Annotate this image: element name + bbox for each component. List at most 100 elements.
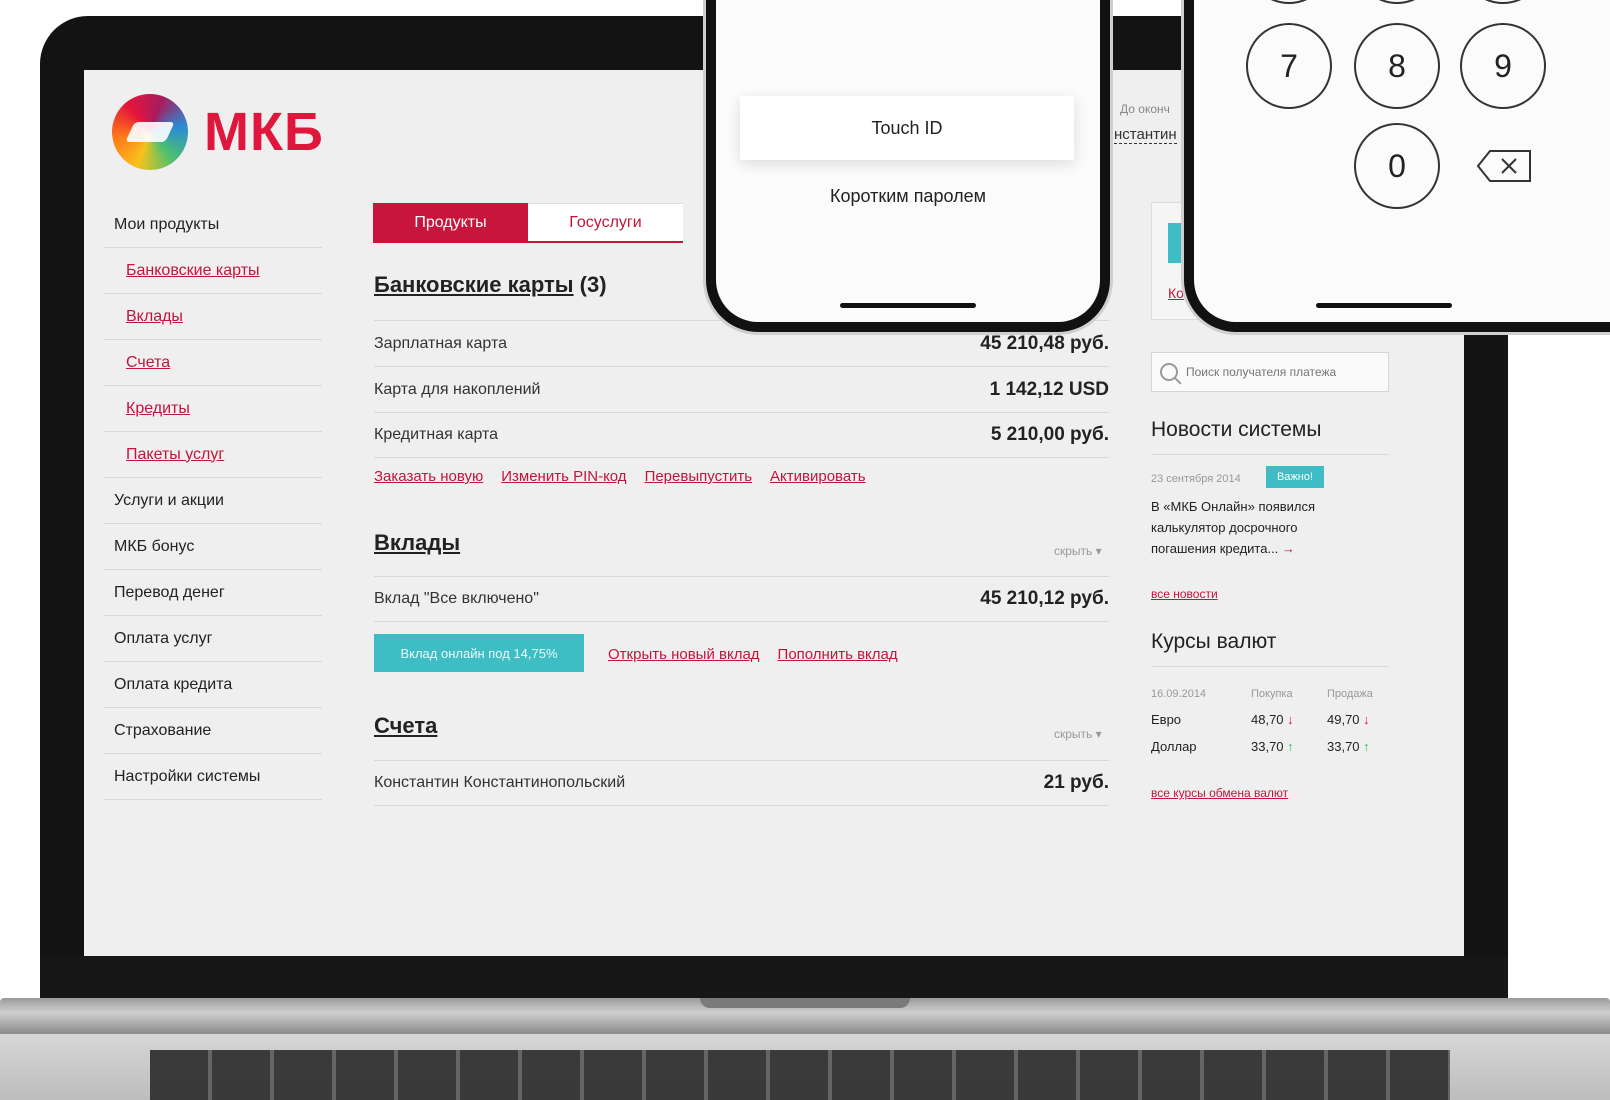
keypad-key-0[interactable]: 0: [1354, 123, 1440, 209]
buy-rate: 33,70: [1251, 739, 1284, 754]
sidebar-item-settings[interactable]: Настройки системы: [104, 754, 322, 800]
sidebar-item-services-promos[interactable]: Услуги и акции: [104, 478, 322, 524]
sidebar-item-transfer[interactable]: Перевод денег: [104, 570, 322, 616]
row-value: 5 210,00 руб.: [990, 424, 1109, 445]
brand-logo[interactable]: МКБ: [112, 94, 324, 170]
sidebar-item-loans[interactable]: Кредиты: [104, 386, 322, 432]
row-value: 45 210,48 руб.: [980, 332, 1109, 354]
row-name: Зарплатная карта: [374, 334, 508, 352]
sidebar-item-bonus[interactable]: МКБ бонус: [104, 524, 322, 570]
row-value: 21 руб.: [1043, 772, 1109, 793]
rates-date: 16.09.2014: [1151, 688, 1207, 700]
table-row[interactable]: Вклад "Все включено" 45 210,12 руб.: [374, 576, 1109, 622]
search-icon: [1160, 363, 1178, 381]
table-row[interactable]: Карта для накоплений 1 142,12 USD: [374, 366, 1109, 412]
all-news-link[interactable]: все новости: [1151, 587, 1218, 601]
cards-count: (3): [579, 272, 607, 297]
divider: [1151, 666, 1389, 667]
sidebar-item-label: Страхование: [114, 721, 212, 739]
cards-actions: Заказать новую Изменить PIN-код Перевыпу…: [374, 468, 866, 485]
sidebar-item-label: Перевод денег: [114, 583, 225, 601]
keypad-key-9[interactable]: 9: [1460, 23, 1546, 109]
sell-rate: 33,70: [1327, 739, 1360, 754]
news-title: Новости системы: [1151, 418, 1322, 441]
sidebar-item-label: Настройки системы: [114, 767, 261, 785]
keypad-key-8[interactable]: 8: [1354, 23, 1440, 109]
keyboard: [150, 1050, 1450, 1100]
change-pin-link[interactable]: Изменить PIN-код: [501, 468, 626, 485]
divider: [1151, 454, 1389, 455]
tab-gov-services[interactable]: Госуслуги: [528, 203, 683, 243]
keypad-key-partial[interactable]: [1354, 0, 1440, 4]
sidebar-item-insurance[interactable]: Страхование: [104, 708, 322, 754]
sidebar-nav: Мои продукты Банковские карты Вклады Сче…: [104, 202, 322, 800]
sidebar-item-label: Кредиты: [126, 399, 190, 417]
row-value: 45 210,12 руб.: [980, 588, 1109, 609]
sidebar-item-pay-services[interactable]: Оплата услуг: [104, 616, 322, 662]
online-deposit-button[interactable]: Вклад онлайн под 14,75%: [374, 634, 584, 672]
all-rates-link[interactable]: все курсы обмена валют: [1151, 786, 1288, 800]
rates-header: 16.09.2014 Покупка Продажа: [1151, 682, 1391, 706]
sidebar-item-label: Банковские карты: [126, 261, 260, 279]
home-indicator: [840, 303, 976, 308]
sidebar-item-deposits[interactable]: Вклады: [104, 294, 322, 340]
keypad-key-7[interactable]: 7: [1246, 23, 1332, 109]
sidebar-item-bank-cards[interactable]: Банковские карты: [104, 248, 322, 294]
laptop-bezel: [40, 956, 1508, 1000]
hide-deposits-toggle[interactable]: скрыть ▾: [1054, 544, 1102, 558]
sidebar-item-label: Пакеты услуг: [126, 445, 225, 463]
row-name: Кредитная карта: [374, 426, 499, 443]
activate-card-link[interactable]: Активировать: [770, 468, 866, 485]
keypad-key-partial[interactable]: [1460, 0, 1546, 4]
brand-name: МКБ: [204, 102, 324, 162]
reissue-card-link[interactable]: Перевыпустить: [645, 468, 752, 485]
promo-link[interactable]: Ко: [1168, 285, 1184, 301]
table-row[interactable]: Константин Константинопольский 21 руб.: [374, 760, 1109, 806]
sidebar-item-service-packages[interactable]: Пакеты услуг: [104, 432, 322, 478]
brand-logo-icon: [112, 94, 188, 170]
keypad-key-partial[interactable]: [1246, 0, 1332, 4]
row-name: Вклад "Все включено": [374, 590, 539, 607]
sidebar-item-pay-loan[interactable]: Оплата кредита: [104, 662, 322, 708]
currency-name: Евро: [1151, 712, 1182, 727]
top-up-deposit-link[interactable]: Пополнить вклад: [778, 646, 898, 663]
arrow-up-icon: ↑: [1363, 739, 1370, 754]
buy-rate: 48,70: [1251, 712, 1284, 727]
phone-login: Touch ID Коротким паролем: [706, 0, 1110, 332]
sidebar-item-label: Вклады: [126, 307, 183, 325]
payee-search: [1151, 352, 1389, 392]
important-badge: Важно!: [1266, 466, 1324, 488]
sidebar-item-label: Счета: [126, 353, 171, 371]
section-title-deposits: Вклады: [374, 530, 460, 556]
currency-name: Доллар: [1151, 739, 1197, 754]
short-password-option[interactable]: Коротким паролем: [716, 186, 1100, 207]
payee-search-input[interactable]: [1186, 365, 1376, 379]
tab-products[interactable]: Продукты: [373, 203, 528, 243]
section-title-cards: Банковские карты (3): [374, 272, 607, 298]
accounts-title-link[interactable]: Счета: [374, 713, 437, 738]
table-row[interactable]: Кредитная карта 5 210,00 руб.: [374, 412, 1109, 458]
col-sell: Продажа: [1327, 688, 1373, 700]
cards-title-link[interactable]: Банковские карты: [374, 272, 574, 297]
row-name: Карта для накоплений: [374, 380, 541, 398]
touch-id-button[interactable]: Touch ID: [740, 96, 1074, 160]
row-value: 1 142,12 USD: [989, 378, 1109, 400]
sidebar-item-my-products[interactable]: Мои продукты: [104, 202, 322, 248]
news-date: 23 сентября 2014: [1151, 473, 1241, 485]
user-name[interactable]: нстантин: [1114, 126, 1177, 144]
open-deposit-link[interactable]: Открыть новый вклад: [608, 646, 760, 663]
deposits-title-link[interactable]: Вклады: [374, 530, 460, 555]
order-card-link[interactable]: Заказать новую: [374, 468, 483, 485]
sell-rate: 49,70: [1327, 712, 1360, 727]
news-item[interactable]: В «МКБ Онлайн» появился калькулятор доср…: [1151, 496, 1361, 559]
table-row: Евро 48,70 ↓ 49,70 ↓: [1151, 706, 1391, 733]
sidebar-item-label: Мои продукты: [114, 215, 220, 233]
section-title-accounts: Счета: [374, 713, 437, 739]
sidebar-item-accounts[interactable]: Счета: [104, 340, 322, 386]
phone-keypad: 7 8 9 0: [1184, 0, 1610, 332]
row-name: Константин Константинопольский: [374, 774, 626, 791]
hide-accounts-toggle[interactable]: скрыть ▾: [1054, 727, 1102, 741]
currency-rates-table: 16.09.2014 Покупка Продажа Евро 48,70 ↓ …: [1151, 682, 1391, 760]
backspace-icon[interactable]: [1476, 149, 1532, 183]
col-buy: Покупка: [1251, 688, 1293, 700]
